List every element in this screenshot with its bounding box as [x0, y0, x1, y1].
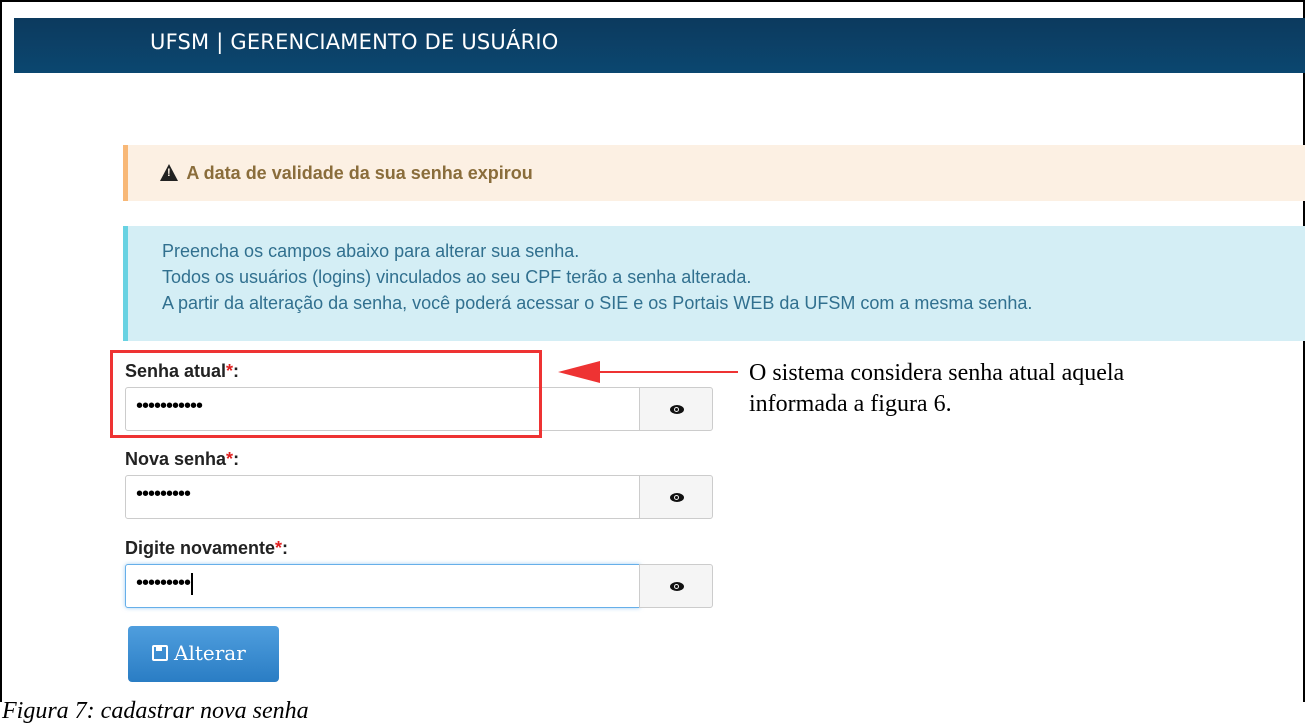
annotation-text: O sistema considera senha atual aquela i… — [749, 360, 1125, 417]
warning-text: A data de validade da sua senha expirou — [186, 163, 533, 183]
new-password-label: Nova senha*: — [125, 449, 240, 469]
warning-icon — [160, 164, 178, 181]
change-password-button[interactable]: Alterar — [128, 626, 279, 682]
required-mark: * — [275, 538, 283, 558]
confirm-password-label: Digite novamente*: — [125, 538, 289, 558]
info-line: Todos os usuários (logins) vinculados ao… — [162, 267, 752, 287]
show-confirm-password-button[interactable] — [639, 564, 713, 608]
eye-icon — [670, 493, 684, 502]
eye-icon — [670, 405, 684, 414]
callout-arrow-line — [598, 371, 738, 373]
required-mark: * — [226, 449, 234, 469]
app-title: UFSM | GERENCIAMENTO DE USUÁRIO — [150, 30, 559, 54]
instructions-alert: Preencha os campos abaixo para alterar s… — [123, 226, 1305, 341]
button-label: Alterar — [174, 641, 246, 665]
highlight-box — [110, 350, 542, 438]
show-current-password-button[interactable] — [639, 387, 713, 431]
figure-caption: Figura 7: cadastrar nova senha — [2, 698, 309, 724]
save-icon — [152, 645, 168, 661]
arrow-head-icon — [558, 361, 600, 383]
eye-icon — [670, 582, 684, 591]
show-new-password-button[interactable] — [639, 475, 713, 519]
info-line: Preencha os campos abaixo para alterar s… — [162, 241, 580, 261]
text-caret — [191, 572, 194, 595]
info-line: A partir da alteração da senha, você pod… — [162, 293, 1033, 313]
top-header-bar: UFSM | GERENCIAMENTO DE USUÁRIO — [14, 18, 1305, 73]
new-password-input[interactable]: ••••••••• — [125, 475, 640, 519]
confirm-password-input[interactable]: ••••••••• — [125, 564, 640, 608]
password-expired-alert: A data de validade da sua senha expirou — [123, 145, 1305, 201]
